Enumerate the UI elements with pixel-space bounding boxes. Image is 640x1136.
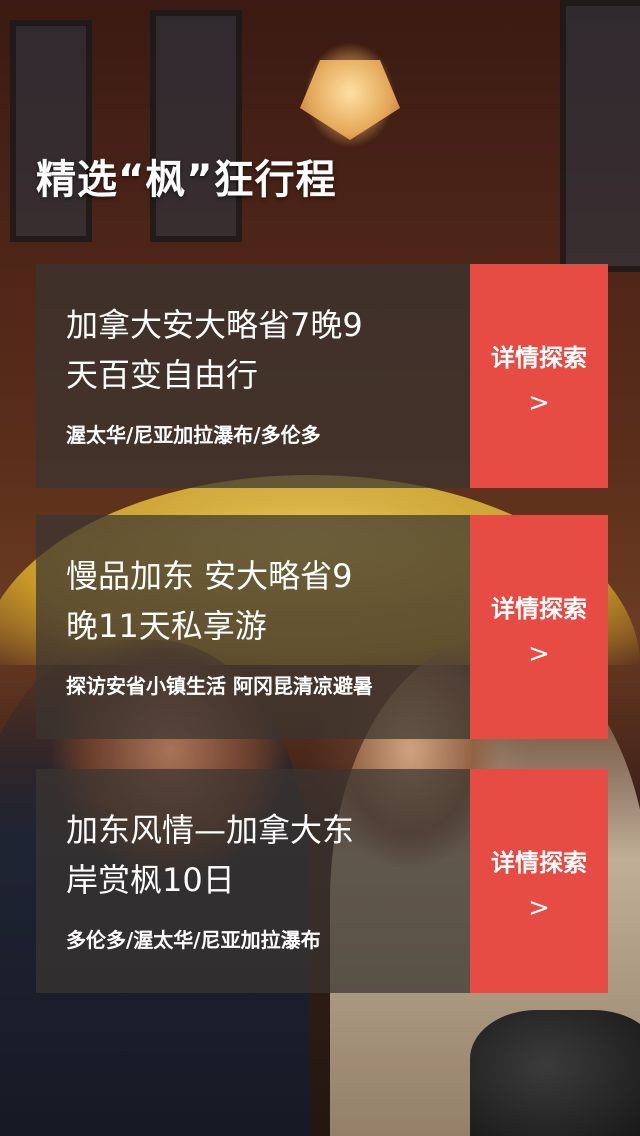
- trip-card: 加东风情—加拿大东 岸赏枫10日 多伦多/渥太华/尼亚加拉瀑布 详情探索 >: [36, 769, 608, 993]
- trip-title: 加拿大安大略省7晚9 天百变自由行: [66, 300, 466, 400]
- explore-button-label: 详情探索: [491, 595, 587, 623]
- chevron-right-icon: >: [528, 388, 550, 418]
- trip-card: 慢品加东 安大略省9 晚11天私享游 探访安省小镇生活 阿冈昆清凉避暑 详情探索…: [36, 515, 608, 739]
- trip-title-line: 加拿大安大略省7晚9: [66, 306, 363, 344]
- trip-title: 慢品加东 安大略省9 晚11天私享游: [66, 551, 466, 651]
- trip-title-line: 加东风情—加拿大东: [66, 811, 355, 849]
- trip-title-line: 慢品加东 安大略省9: [66, 557, 353, 595]
- trip-card: 加拿大安大略省7晚9 天百变自由行 渥太华/尼亚加拉瀑布/多伦多 详情探索 >: [36, 264, 608, 488]
- page: 精选“枫”狂行程 加拿大安大略省7晚9 天百变自由行 渥太华/尼亚加拉瀑布/多伦…: [0, 0, 640, 1136]
- trip-subtitle: 渥太华/尼亚加拉瀑布/多伦多: [66, 423, 321, 447]
- trip-title-line: 天百变自由行: [66, 356, 259, 394]
- trip-title-line: 岸赏枫10日: [66, 861, 235, 899]
- page-title: 精选“枫”狂行程: [36, 157, 337, 203]
- chevron-right-icon: >: [528, 893, 550, 923]
- explore-details-button[interactable]: 详情探索 >: [470, 515, 608, 739]
- bag-decoration: [470, 1010, 640, 1136]
- trip-info: 加拿大安大略省7晚9 天百变自由行 渥太华/尼亚加拉瀑布/多伦多: [36, 264, 470, 488]
- explore-button-label: 详情探索: [491, 344, 587, 372]
- trip-info: 慢品加东 安大略省9 晚11天私享游 探访安省小镇生活 阿冈昆清凉避暑: [36, 515, 470, 739]
- explore-details-button[interactable]: 详情探索 >: [470, 264, 608, 488]
- trip-subtitle: 多伦多/渥太华/尼亚加拉瀑布: [66, 928, 321, 952]
- explore-button-label: 详情探索: [491, 849, 587, 877]
- trip-title: 加东风情—加拿大东 岸赏枫10日: [66, 805, 466, 905]
- trip-info: 加东风情—加拿大东 岸赏枫10日 多伦多/渥太华/尼亚加拉瀑布: [36, 769, 470, 993]
- trip-title-line: 晚11天私享游: [66, 607, 267, 645]
- chevron-right-icon: >: [528, 639, 550, 669]
- trip-subtitle: 探访安省小镇生活 阿冈昆清凉避暑: [66, 674, 373, 698]
- lamp-decoration: [300, 60, 400, 140]
- explore-details-button[interactable]: 详情探索 >: [470, 769, 608, 993]
- background-window: [560, 0, 640, 272]
